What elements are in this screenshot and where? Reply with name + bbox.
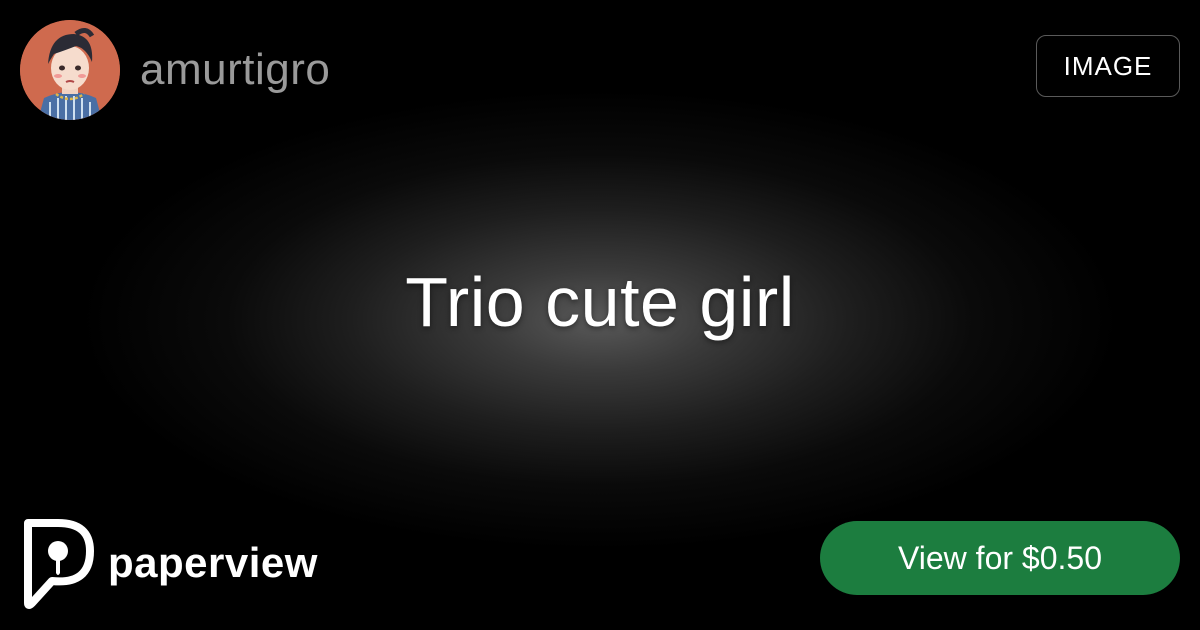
brand-name: paperview — [108, 539, 318, 586]
view-for-price-button[interactable]: View for $0.50 — [820, 521, 1180, 595]
media-type-badge: IMAGE — [1036, 35, 1180, 97]
brand[interactable]: paperview — [20, 515, 318, 611]
paperview-logo-icon — [20, 515, 94, 611]
preview-card: amurtigro IMAGE Trio cute girl paperview… — [0, 0, 1200, 630]
post-title: Trio cute girl — [405, 263, 795, 341]
avatar-illustration-icon — [20, 20, 120, 120]
creator-header[interactable]: amurtigro — [20, 20, 330, 120]
avatar[interactable] — [20, 20, 120, 120]
creator-username[interactable]: amurtigro — [140, 45, 330, 95]
